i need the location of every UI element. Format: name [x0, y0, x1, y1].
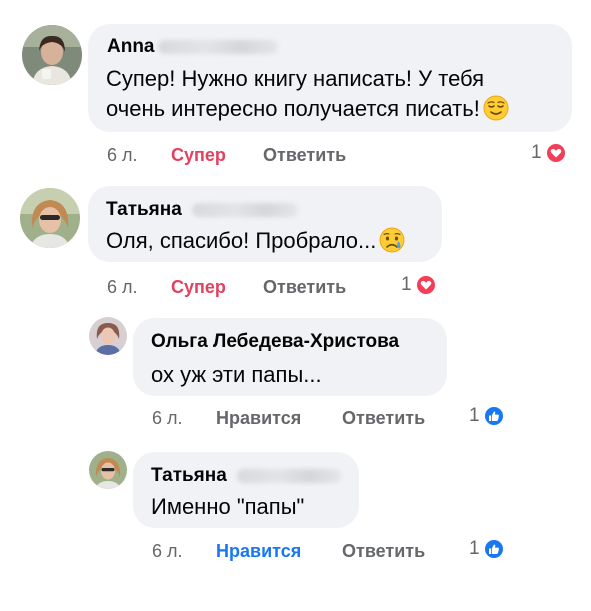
comment-text-line: Именно "папы" — [151, 494, 305, 519]
reaction-count[interactable]: 1 — [469, 405, 505, 427]
comment-author[interactable]: Ольга Лебедева-Христова — [151, 331, 399, 353]
reaction-button[interactable]: Супер — [171, 145, 226, 166]
redacted-surname — [192, 203, 298, 217]
comment-text-line: Супер! Нужно книгу написать! У тебя — [106, 66, 485, 91]
crying-face-emoji — [379, 227, 405, 253]
comment-time[interactable]: 6 л. — [107, 277, 138, 298]
like-button[interactable]: Нравится — [216, 408, 301, 429]
reaction-button[interactable]: Супер — [171, 277, 226, 298]
comment-author[interactable]: Татьяна — [106, 199, 182, 221]
comment-time[interactable]: 6 л. — [152, 541, 183, 562]
reaction-count-value: 1 — [531, 142, 542, 163]
reply-button[interactable]: Ответить — [342, 408, 425, 429]
comment-text-line: Оля, спасибо! Пробрало... — [106, 226, 405, 256]
avatar[interactable] — [20, 188, 80, 248]
love-icon — [544, 142, 567, 164]
comment-author[interactable]: Anna — [107, 36, 155, 58]
avatar[interactable] — [89, 451, 127, 489]
like-icon — [482, 538, 505, 560]
love-icon — [414, 274, 437, 296]
like-icon — [482, 405, 505, 427]
comment-author[interactable]: Татьяна — [151, 465, 227, 487]
reaction-count[interactable]: 1 — [531, 142, 567, 164]
avatar[interactable] — [22, 25, 82, 85]
reply-button[interactable]: Ответить — [263, 277, 346, 298]
comment-time[interactable]: 6 л. — [107, 145, 138, 166]
redacted-surname — [158, 40, 278, 54]
redacted-surname — [237, 469, 341, 483]
reaction-count[interactable]: 1 — [401, 274, 437, 296]
reaction-count-value: 1 — [469, 405, 480, 426]
reaction-count-value: 1 — [401, 274, 412, 295]
reaction-count-value: 1 — [469, 538, 480, 559]
relieved-face-emoji — [483, 95, 509, 121]
reply-button[interactable]: Ответить — [342, 541, 425, 562]
reply-button[interactable]: Ответить — [263, 145, 346, 166]
comment-text-line: очень интересно получается писать! — [106, 94, 509, 124]
comment-text-line: ох уж эти папы... — [151, 362, 322, 387]
comment-time[interactable]: 6 л. — [152, 408, 183, 429]
avatar[interactable] — [89, 317, 127, 355]
reaction-count[interactable]: 1 — [469, 538, 505, 560]
like-button[interactable]: Нравится — [216, 541, 301, 562]
